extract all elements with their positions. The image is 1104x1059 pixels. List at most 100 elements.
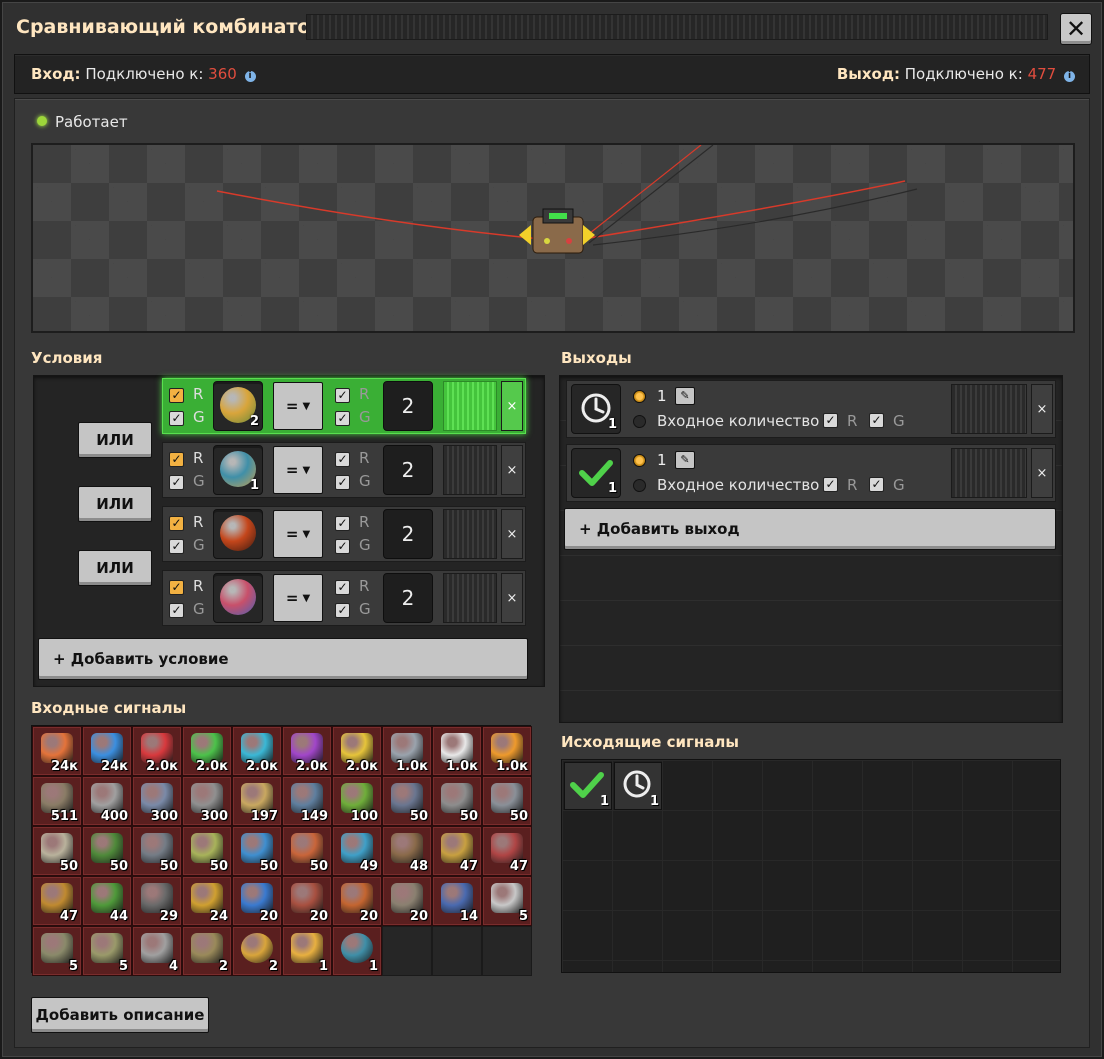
close-button[interactable]: ✕ (1060, 13, 1092, 45)
input-signal[interactable]: 24 (182, 876, 232, 926)
input-signal[interactable]: 50 (482, 776, 532, 826)
drag-handle[interactable] (443, 509, 497, 559)
input-signal[interactable]: 50 (182, 826, 232, 876)
input-signal[interactable]: 5 (32, 926, 82, 976)
signal-slot[interactable] (213, 573, 263, 623)
remove-output-button[interactable]: × (1031, 384, 1053, 434)
input-signal[interactable]: 50 (432, 776, 482, 826)
input-signal[interactable]: 50 (82, 826, 132, 876)
red-network-checkbox[interactable]: ✓ (823, 413, 838, 428)
constant-value[interactable]: 2 (383, 381, 433, 431)
constant-radio[interactable] (633, 454, 646, 467)
pencil-icon[interactable]: ✎ (675, 451, 695, 469)
red-network-checkbox[interactable]: ✓ (169, 580, 184, 595)
drag-handle[interactable] (443, 573, 497, 623)
input-signal[interactable]: 50 (132, 826, 182, 876)
entity-preview[interactable] (31, 143, 1075, 333)
input-count-radio[interactable] (633, 415, 646, 428)
input-signal[interactable]: 149 (282, 776, 332, 826)
input-signal[interactable]: 20 (332, 876, 382, 926)
red-network-checkbox[interactable]: ✓ (169, 388, 184, 403)
red-network-checkbox[interactable]: ✓ (169, 452, 184, 467)
constant-value[interactable]: 2 (383, 445, 433, 495)
constant-value[interactable]: 2 (383, 509, 433, 559)
signal-slot[interactable]: 1 (213, 445, 263, 495)
or-button[interactable]: ИЛИ (78, 550, 152, 586)
input-signal[interactable]: 29 (132, 876, 182, 926)
output-signal-slot[interactable]: 1 (571, 448, 621, 498)
green-network-checkbox[interactable]: ✓ (335, 603, 350, 618)
constant-radio[interactable] (633, 390, 646, 403)
input-signal[interactable]: 44 (82, 876, 132, 926)
green-network-checkbox[interactable]: ✓ (335, 411, 350, 426)
input-signal[interactable]: 47 (432, 826, 482, 876)
input-signal[interactable]: 300 (182, 776, 232, 826)
info-icon[interactable]: i (1064, 71, 1075, 82)
add-description-button[interactable]: Добавить описание (31, 997, 209, 1033)
green-network-checkbox[interactable]: ✓ (169, 603, 184, 618)
input-signal[interactable]: 2.0к (232, 726, 282, 776)
input-signal[interactable]: 50 (32, 826, 82, 876)
green-network-checkbox[interactable]: ✓ (169, 475, 184, 490)
input-signal[interactable]: 400 (82, 776, 132, 826)
green-network-checkbox[interactable]: ✓ (869, 477, 884, 492)
drag-handle[interactable] (443, 445, 497, 495)
input-signal[interactable]: 20 (232, 876, 282, 926)
add-output-button[interactable]: + Добавить выход (564, 508, 1056, 550)
input-signal[interactable]: 48 (382, 826, 432, 876)
input-signal[interactable]: 5 (82, 926, 132, 976)
output-signal[interactable]: 1 (614, 762, 662, 810)
pencil-icon[interactable]: ✎ (675, 387, 695, 405)
input-signal[interactable]: 2.0к (132, 726, 182, 776)
input-signal[interactable]: 50 (232, 826, 282, 876)
input-signal[interactable]: 20 (282, 876, 332, 926)
output-signal[interactable]: 1 (564, 762, 612, 810)
green-network-checkbox[interactable]: ✓ (335, 539, 350, 554)
input-signal[interactable]: 49 (332, 826, 382, 876)
input-count-radio[interactable] (633, 479, 646, 492)
input-signal[interactable]: 24к (32, 726, 82, 776)
input-signal[interactable]: 2.0к (282, 726, 332, 776)
green-network-checkbox[interactable]: ✓ (169, 539, 184, 554)
input-signal[interactable]: 4 (132, 926, 182, 976)
signal-slot[interactable] (213, 509, 263, 559)
input-signal[interactable]: 5 (482, 876, 532, 926)
remove-condition-button[interactable]: × (501, 509, 523, 559)
red-network-checkbox[interactable]: ✓ (823, 477, 838, 492)
drag-handle[interactable] (443, 381, 497, 431)
green-network-checkbox[interactable]: ✓ (335, 475, 350, 490)
input-signal[interactable]: 50 (282, 826, 332, 876)
remove-condition-button[interactable]: × (501, 445, 523, 495)
output-signal-slot[interactable]: 1 (571, 384, 621, 434)
or-button[interactable]: ИЛИ (78, 486, 152, 522)
input-signal[interactable]: 2.0к (332, 726, 382, 776)
remove-condition-button[interactable]: × (501, 573, 523, 623)
input-signal[interactable]: 1.0к (432, 726, 482, 776)
red-network-checkbox[interactable]: ✓ (335, 516, 350, 531)
drag-handle[interactable] (951, 384, 1027, 434)
comparator-dropdown[interactable]: = ▼ (273, 574, 323, 622)
input-signal[interactable]: 1 (282, 926, 332, 976)
input-signal[interactable]: 24к (82, 726, 132, 776)
input-signal[interactable]: 100 (332, 776, 382, 826)
comparator-dropdown[interactable]: = ▼ (273, 446, 323, 494)
comparator-dropdown[interactable]: = ▼ (273, 382, 323, 430)
green-network-checkbox[interactable]: ✓ (869, 413, 884, 428)
red-network-checkbox[interactable]: ✓ (169, 516, 184, 531)
red-network-checkbox[interactable]: ✓ (335, 388, 350, 403)
input-signal[interactable]: 197 (232, 776, 282, 826)
input-signal[interactable]: 1.0к (482, 726, 532, 776)
comparator-dropdown[interactable]: = ▼ (273, 510, 323, 558)
input-signal[interactable]: 300 (132, 776, 182, 826)
input-signal[interactable]: 1.0к (382, 726, 432, 776)
drag-handle[interactable] (951, 448, 1027, 498)
info-icon[interactable]: i (244, 71, 256, 82)
red-network-checkbox[interactable]: ✓ (335, 580, 350, 595)
input-signal[interactable]: 47 (32, 876, 82, 926)
input-signal[interactable]: 2.0к (182, 726, 232, 776)
input-signal[interactable]: 2 (232, 926, 282, 976)
input-signal[interactable]: 14 (432, 876, 482, 926)
input-signal[interactable]: 47 (482, 826, 532, 876)
constant-value[interactable]: 2 (383, 573, 433, 623)
remove-output-button[interactable]: × (1031, 448, 1053, 498)
